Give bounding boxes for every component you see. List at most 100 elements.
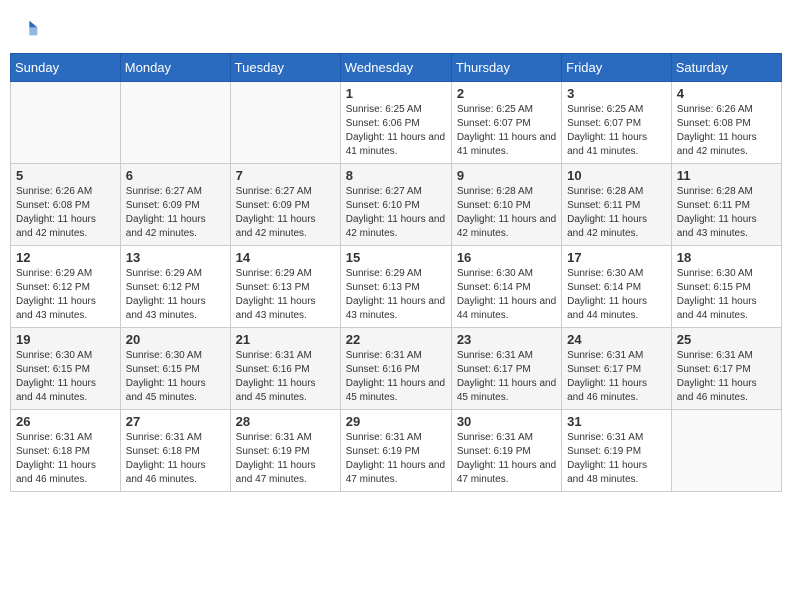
day-info: Sunrise: 6:25 AMSunset: 6:07 PMDaylight:… [457, 103, 556, 159]
day-info: Sunrise: 6:31 AMSunset: 6:18 PMDaylight:… [126, 431, 225, 487]
page-header [10, 10, 782, 53]
day-info: Sunrise: 6:25 AMSunset: 6:07 PMDaylight:… [567, 103, 666, 159]
calendar-cell: 19Sunrise: 6:30 AMSunset: 6:15 PMDayligh… [11, 328, 121, 410]
logo-icon [20, 18, 40, 38]
calendar-cell: 4Sunrise: 6:26 AMSunset: 6:08 PMDaylight… [671, 82, 781, 164]
calendar-cell [120, 82, 230, 164]
day-header-wednesday: Wednesday [340, 54, 451, 82]
day-info: Sunrise: 6:26 AMSunset: 6:08 PMDaylight:… [16, 185, 115, 241]
calendar-cell [230, 82, 340, 164]
day-number: 22 [346, 332, 446, 347]
calendar-cell: 26Sunrise: 6:31 AMSunset: 6:18 PMDayligh… [11, 410, 121, 492]
day-number: 8 [346, 168, 446, 183]
calendar-cell: 2 Sunrise: 6:25 AMSunset: 6:07 PMDaylight… [451, 82, 561, 164]
calendar-cell: 28 Sunrise: 6:31 AMSunset: 6:19 PMDayligh… [230, 410, 340, 492]
calendar-cell: 30Sunrise: 6:31 AMSunset: 6:19 PMDayligh… [451, 410, 561, 492]
day-info: Sunrise: 6:29 AMSunset: 6:13 PMDaylight:… [346, 267, 446, 323]
calendar-cell: 3 Sunrise: 6:25 AMSunset: 6:07 PMDaylight… [562, 82, 672, 164]
day-header-monday: Monday [120, 54, 230, 82]
calendar-cell: 1Sunrise: 6:25 AMSunset: 6:06 PMDaylight… [340, 82, 451, 164]
day-info: Sunrise: 6:27 AMSunset: 6:09 PMDaylight:… [126, 185, 225, 241]
calendar-cell: 6 Sunrise: 6:27 AMSunset: 6:09 PMDaylight… [120, 164, 230, 246]
day-number: 2 [457, 86, 556, 101]
calendar-cell: 8 Sunrise: 6:27 AMSunset: 6:10 PMDaylight… [340, 164, 451, 246]
day-info: Sunrise: 6:31 AMSunset: 6:17 PMDaylight:… [567, 349, 666, 405]
calendar-cell: 25 Sunrise: 6:31 AMSunset: 6:17 PMDayligh… [671, 328, 781, 410]
day-info: Sunrise: 6:28 AMSunset: 6:10 PMDaylight:… [457, 185, 556, 241]
calendar-cell: 23 Sunrise: 6:31 AMSunset: 6:17 PMDayligh… [451, 328, 561, 410]
day-info: Sunrise: 6:27 AMSunset: 6:10 PMDaylight:… [346, 185, 446, 241]
day-header-saturday: Saturday [671, 54, 781, 82]
day-number: 6 [126, 168, 225, 183]
day-info: Sunrise: 6:31 AMSunset: 6:19 PMDaylight:… [236, 431, 335, 487]
day-info: Sunrise: 6:25 AMSunset: 6:06 PMDaylight:… [346, 103, 446, 159]
day-info: Sunrise: 6:27 AMSunset: 6:09 PMDaylight:… [236, 185, 335, 241]
day-info: Sunrise: 6:28 AMSunset: 6:11 PMDaylight:… [677, 185, 776, 241]
day-number: 15 [346, 250, 446, 265]
calendar-cell: 5 Sunrise: 6:26 AMSunset: 6:08 PMDaylight… [11, 164, 121, 246]
day-number: 30 [457, 414, 556, 429]
calendar-cell: 27 Sunrise: 6:31 AMSunset: 6:18 PMDayligh… [120, 410, 230, 492]
day-info: Sunrise: 6:29 AMSunset: 6:12 PMDaylight:… [16, 267, 115, 323]
day-number: 3 [567, 86, 666, 101]
calendar-cell: 20Sunrise: 6:30 AMSunset: 6:15 PMDayligh… [120, 328, 230, 410]
day-number: 17 [567, 250, 666, 265]
calendar-cell: 21 Sunrise: 6:31 AMSunset: 6:16 PMDayligh… [230, 328, 340, 410]
day-number: 4 [677, 86, 776, 101]
day-number: 20 [126, 332, 225, 347]
calendar-week-row: 1Sunrise: 6:25 AMSunset: 6:06 PMDaylight… [11, 82, 782, 164]
day-info: Sunrise: 6:30 AMSunset: 6:14 PMDaylight:… [567, 267, 666, 323]
calendar-week-row: 26Sunrise: 6:31 AMSunset: 6:18 PMDayligh… [11, 410, 782, 492]
day-info: Sunrise: 6:30 AMSunset: 6:14 PMDaylight:… [457, 267, 556, 323]
day-info: Sunrise: 6:31 AMSunset: 6:16 PMDaylight:… [236, 349, 335, 405]
day-info: Sunrise: 6:31 AMSunset: 6:17 PMDaylight:… [457, 349, 556, 405]
day-number: 11 [677, 168, 776, 183]
calendar-cell: 17 Sunrise: 6:30 AMSunset: 6:14 PMDayligh… [562, 246, 672, 328]
calendar-cell: 11 Sunrise: 6:28 AMSunset: 6:11 PMDayligh… [671, 164, 781, 246]
day-info: Sunrise: 6:31 AMSunset: 6:17 PMDaylight:… [677, 349, 776, 405]
calendar-cell: 15 Sunrise: 6:29 AMSunset: 6:13 PMDayligh… [340, 246, 451, 328]
day-info: Sunrise: 6:31 AMSunset: 6:16 PMDaylight:… [346, 349, 446, 405]
day-header-sunday: Sunday [11, 54, 121, 82]
calendar-cell: 24 Sunrise: 6:31 AMSunset: 6:17 PMDayligh… [562, 328, 672, 410]
calendar-cell [11, 82, 121, 164]
calendar-cell: 31 Sunrise: 6:31 AMSunset: 6:19 PMDayligh… [562, 410, 672, 492]
logo [20, 18, 42, 43]
day-number: 19 [16, 332, 115, 347]
day-number: 23 [457, 332, 556, 347]
day-header-thursday: Thursday [451, 54, 561, 82]
day-info: Sunrise: 6:29 AMSunset: 6:12 PMDaylight:… [126, 267, 225, 323]
calendar-cell: 29 Sunrise: 6:31 AMSunset: 6:19 PMDayligh… [340, 410, 451, 492]
day-number: 25 [677, 332, 776, 347]
calendar-cell: 12 Sunrise: 6:29 AMSunset: 6:12 PMDayligh… [11, 246, 121, 328]
day-number: 24 [567, 332, 666, 347]
day-header-friday: Friday [562, 54, 672, 82]
day-number: 27 [126, 414, 225, 429]
calendar-table: SundayMondayTuesdayWednesdayThursdayFrid… [10, 53, 782, 492]
day-info: Sunrise: 6:31 AMSunset: 6:18 PMDaylight:… [16, 431, 115, 487]
day-info: Sunrise: 6:30 AMSunset: 6:15 PMDaylight:… [677, 267, 776, 323]
day-number: 12 [16, 250, 115, 265]
day-number: 18 [677, 250, 776, 265]
calendar-cell: 22 Sunrise: 6:31 AMSunset: 6:16 PMDayligh… [340, 328, 451, 410]
day-info: Sunrise: 6:31 AMSunset: 6:19 PMDaylight:… [567, 431, 666, 487]
calendar-cell: 7 Sunrise: 6:27 AMSunset: 6:09 PMDaylight… [230, 164, 340, 246]
day-number: 9 [457, 168, 556, 183]
day-number: 31 [567, 414, 666, 429]
day-header-tuesday: Tuesday [230, 54, 340, 82]
calendar-cell: 18 Sunrise: 6:30 AMSunset: 6:15 PMDayligh… [671, 246, 781, 328]
day-number: 7 [236, 168, 335, 183]
calendar-week-row: 19Sunrise: 6:30 AMSunset: 6:15 PMDayligh… [11, 328, 782, 410]
calendar-cell: 10Sunrise: 6:28 AMSunset: 6:11 PMDayligh… [562, 164, 672, 246]
calendar-header-row: SundayMondayTuesdayWednesdayThursdayFrid… [11, 54, 782, 82]
day-info: Sunrise: 6:28 AMSunset: 6:11 PMDaylight:… [567, 185, 666, 241]
day-number: 13 [126, 250, 225, 265]
day-info: Sunrise: 6:31 AMSunset: 6:19 PMDaylight:… [346, 431, 446, 487]
day-number: 29 [346, 414, 446, 429]
calendar-cell: 13 Sunrise: 6:29 AMSunset: 6:12 PMDayligh… [120, 246, 230, 328]
day-number: 14 [236, 250, 335, 265]
day-number: 5 [16, 168, 115, 183]
calendar-week-row: 5 Sunrise: 6:26 AMSunset: 6:08 PMDaylight… [11, 164, 782, 246]
day-number: 21 [236, 332, 335, 347]
day-number: 28 [236, 414, 335, 429]
